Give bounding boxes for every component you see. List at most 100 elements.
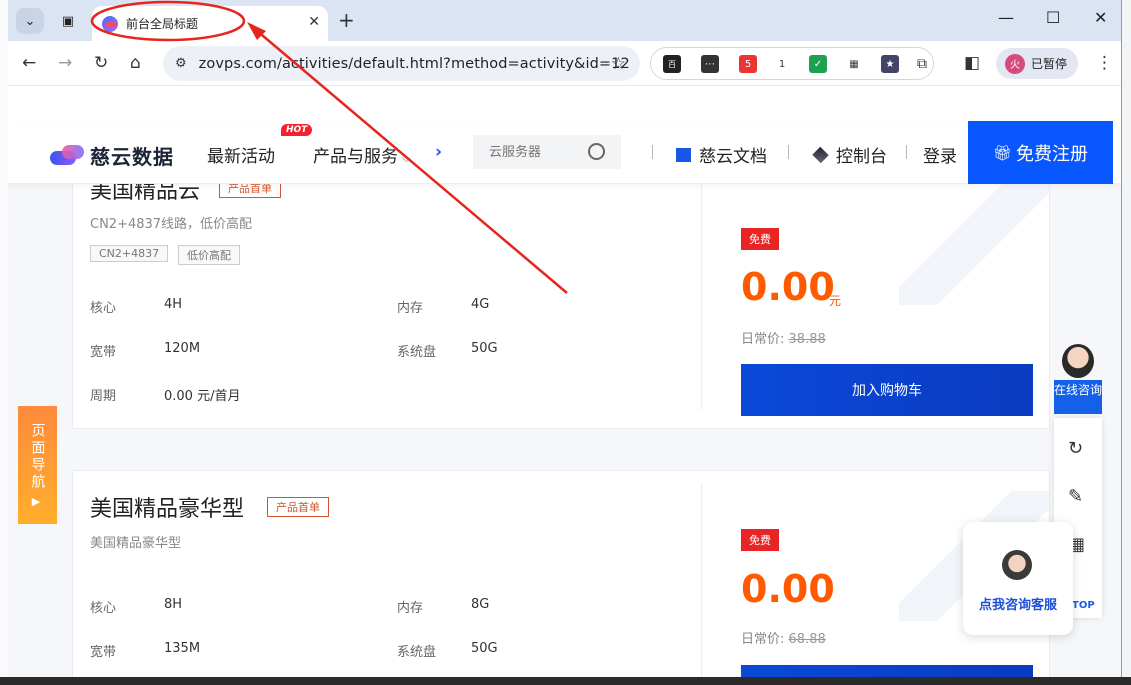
- spec-value: 50G: [471, 341, 498, 356]
- original-price-value: 38.88: [788, 332, 826, 347]
- edit-icon[interactable]: ✎: [1068, 486, 1083, 507]
- tab-groups-button[interactable]: ▣: [54, 8, 82, 34]
- back-to-top-icon[interactable]: TOP: [1072, 600, 1095, 611]
- spec-value: 8G: [471, 597, 490, 612]
- spec-value: 0.00 元/首月: [164, 389, 241, 404]
- register-label: 免费注册: [1016, 143, 1089, 165]
- service-avatar: [1002, 550, 1032, 580]
- price-unit: 元: [829, 294, 842, 308]
- spec-value: 4G: [471, 297, 490, 312]
- profile-button[interactable]: 火 已暂停: [996, 48, 1078, 79]
- console-link[interactable]: 控制台: [812, 142, 887, 167]
- spec-label: 周期: [90, 389, 117, 404]
- shield-extension-icon[interactable]: ✓: [809, 55, 827, 73]
- nav-products-services[interactable]: 产品与服务 ⌵: [313, 142, 411, 167]
- menu-extension-icon[interactable]: ⋯: [701, 55, 719, 73]
- scrollbar[interactable]: [1121, 121, 1122, 185]
- product-card: 美国精品豪华型 产品首单 美国精品豪华型 核心 8H 内存 8G 宽带 135M…: [72, 470, 1050, 677]
- ext-badge: 1: [778, 58, 786, 70]
- spec-label: 内存: [397, 601, 424, 616]
- page-nav-label: 页面导航: [29, 422, 46, 491]
- page-nav-button[interactable]: 页面导航 ▶: [18, 406, 57, 524]
- docs-icon: [676, 147, 691, 162]
- nav-more-arrow-icon[interactable]: ›: [435, 142, 442, 162]
- avatar: 火: [1005, 53, 1025, 74]
- tab-search-button[interactable]: ⌄: [16, 8, 44, 34]
- address-bar[interactable]: ⚙ zovps.com/activities/default.html?meth…: [163, 46, 640, 81]
- feature-chip: CN2+4837: [90, 245, 169, 262]
- layers-icon: [812, 146, 829, 163]
- add-to-cart-button[interactable]: [741, 665, 1033, 677]
- minimize-icon[interactable]: —: [998, 8, 1014, 27]
- consult-popup[interactable]: 点我咨询客服: [963, 522, 1073, 635]
- original-price: 日常价: 68.88: [741, 628, 826, 647]
- nav-products-label: 产品与服务: [313, 147, 398, 167]
- first-order-badge: 产品首单: [219, 184, 281, 198]
- hot-badge: HOT: [281, 124, 313, 136]
- price: 0.00: [741, 265, 835, 309]
- profile-status: 已暂停: [1031, 57, 1068, 71]
- spec-value: 50G: [471, 641, 498, 656]
- add-to-cart-button[interactable]: 加入购物车: [741, 364, 1033, 416]
- spec-label: 内存: [397, 301, 424, 316]
- agent-avatar: [1062, 344, 1094, 378]
- site-header: 慈云数据 最新活动 HOT 产品与服务 ⌵ › 慈云文档 控制台 登录 🎁︎免费…: [8, 121, 1121, 184]
- maximize-icon[interactable]: ☐: [1046, 8, 1060, 27]
- reload-icon[interactable]: ↻: [94, 53, 108, 73]
- url-text: zovps.com/activities/default.html?method…: [198, 55, 630, 72]
- spec-value: 4H: [164, 297, 183, 312]
- login-link[interactable]: 登录: [923, 142, 957, 167]
- tab-bar: ⌄ ▣ 前台全局标题 ✕ + — ☐ ✕: [8, 0, 1121, 41]
- qr-extension-icon[interactable]: ▦: [845, 55, 863, 73]
- register-button[interactable]: 🎁︎ 免费注册: [968, 121, 1113, 184]
- divider: [788, 145, 789, 159]
- ext-badge: 5: [744, 58, 752, 70]
- baidu-extension-icon[interactable]: 百: [663, 55, 681, 73]
- logo-mark-icon: [50, 144, 86, 167]
- refresh-icon[interactable]: ↻: [1068, 438, 1083, 459]
- search-input[interactable]: [489, 144, 589, 160]
- puzzle-icon[interactable]: ⧉: [913, 55, 931, 73]
- search-icon[interactable]: [588, 143, 605, 160]
- forward-icon[interactable]: →: [58, 53, 72, 73]
- docs-link[interactable]: 慈云文档: [676, 142, 767, 167]
- extensions-group: 百 ⋯ 5 1 ✓ ▦ ★ ⧉: [650, 47, 934, 80]
- site-info-icon[interactable]: ⚙: [175, 56, 187, 71]
- feature-chip: 低价高配: [178, 245, 240, 265]
- price: 0.00: [741, 567, 835, 611]
- close-window-icon[interactable]: ✕: [1094, 8, 1107, 27]
- divider: [652, 145, 653, 159]
- browser-window: ⌄ ▣ 前台全局标题 ✕ + — ☐ ✕ ← → ↻ ⌂ ⚙ zovps.com…: [8, 0, 1122, 677]
- tab-title: 前台全局标题: [126, 17, 199, 31]
- more-menu-icon[interactable]: ⋮: [1096, 53, 1113, 73]
- new-tab-icon[interactable]: +: [338, 8, 355, 32]
- bookmark-extension-icon[interactable]: ★: [881, 55, 899, 73]
- product-name: 美国精品云: [90, 184, 201, 204]
- original-price-label: 日常价:: [741, 632, 785, 647]
- mail-extension-icon[interactable]: 5: [739, 55, 757, 73]
- spec-value: 120M: [164, 341, 201, 356]
- first-order-badge: 产品首单: [267, 497, 329, 517]
- back-icon[interactable]: ←: [22, 53, 36, 73]
- close-tab-icon[interactable]: ✕: [308, 14, 320, 30]
- header-search[interactable]: [473, 135, 621, 169]
- home-icon[interactable]: ⌂: [130, 53, 141, 73]
- chevron-down-icon: ⌄: [24, 13, 36, 29]
- original-price: 日常价: 38.88: [741, 328, 826, 347]
- spec-label: 宽带: [90, 645, 117, 660]
- side-panel-icon[interactable]: ◧: [964, 53, 980, 73]
- bookmark-star-icon[interactable]: ☆: [611, 54, 626, 74]
- decoration: [899, 184, 1049, 305]
- translate-extension-icon[interactable]: 1: [773, 55, 791, 73]
- logo-text: 慈云数据: [90, 145, 174, 169]
- tab-groups-icon: ▣: [61, 13, 75, 29]
- free-badge: 免费: [741, 228, 779, 250]
- active-tab[interactable]: 前台全局标题 ✕: [92, 6, 328, 41]
- product-name: 美国精品豪华型: [90, 497, 245, 522]
- divider: [906, 145, 907, 159]
- site-logo[interactable]: 慈云数据: [50, 141, 174, 170]
- free-badge: 免费: [741, 529, 779, 551]
- product-desc: 美国精品豪华型: [90, 536, 182, 551]
- online-agent-button[interactable]: 在线咨询: [1054, 344, 1102, 414]
- nav-latest-activities[interactable]: 最新活动: [207, 142, 275, 167]
